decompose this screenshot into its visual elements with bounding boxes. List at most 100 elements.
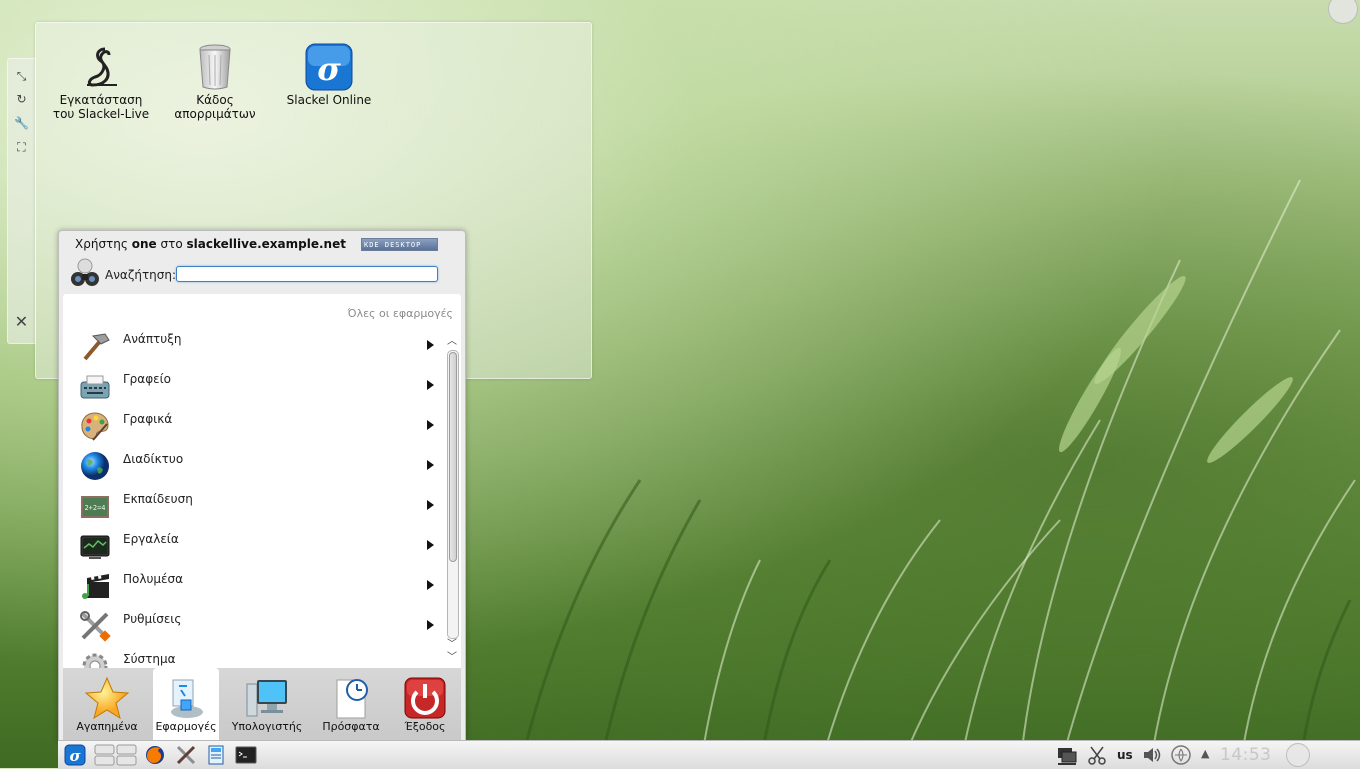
file-manager-icon[interactable]	[205, 744, 227, 766]
trash-icon	[199, 44, 231, 90]
menu-item-label: Διαδίκτυο	[123, 452, 184, 466]
menu-item-label: Ανάπτυξη	[123, 332, 182, 346]
submenu-arrow-icon	[427, 420, 434, 430]
star-icon	[85, 676, 129, 720]
chalkboard-icon: 2+2=4	[81, 496, 109, 518]
kde-desktop-badge: KDE DESKTOP	[361, 238, 438, 251]
network-manager-icon[interactable]	[1170, 744, 1192, 766]
keyboard-layout-indicator[interactable]: us	[1117, 748, 1133, 762]
widget-handle[interactable]: ⤡ ↻ 🔧 ⛶ ✕	[7, 58, 36, 344]
pager-icon[interactable]	[94, 744, 138, 766]
recent-clock-icon	[336, 679, 368, 719]
tab-label: Εφαρμογές	[155, 720, 217, 733]
digital-clock[interactable]: 14:53	[1220, 745, 1272, 765]
monitor-tool-icon	[80, 535, 110, 559]
user-info: Χρήστης one στο slackellive.example.net	[75, 237, 346, 251]
user-prefix: Χρήστης	[75, 237, 128, 251]
desktop-icon-label: Κάδος απορριμάτων	[174, 93, 256, 121]
application-launcher-menu: Χρήστης one στο slackellive.example.net …	[58, 230, 466, 742]
list-title: Όλες οι εφαρμογές	[347, 307, 453, 320]
clapper-icon	[82, 574, 109, 599]
menu-item-utilities[interactable]: Εργαλεία	[77, 526, 447, 566]
scroll-down-icon[interactable]: ﹀	[446, 639, 458, 651]
klipper-scissors-icon[interactable]	[1086, 744, 1108, 766]
search-binoculars-icon	[71, 258, 99, 286]
menu-item-multimedia[interactable]: Πολυμέσα	[77, 566, 447, 606]
menu-item-label: Σύστημα	[123, 652, 176, 666]
maximize-icon[interactable]: ⛶	[14, 140, 29, 155]
firefox-icon[interactable]	[144, 744, 166, 766]
slackel-install-icon	[87, 47, 117, 87]
svg-text:σ: σ	[317, 50, 341, 88]
menu-item-settings[interactable]: Ρυθμίσεις	[77, 606, 447, 646]
menu-clip: Σύστημα	[63, 646, 443, 668]
typewriter-icon	[80, 375, 110, 399]
submenu-arrow-icon	[427, 460, 434, 470]
globe-icon	[81, 452, 109, 480]
tab-applications[interactable]: Εφαρμογές	[153, 668, 219, 741]
submenu-arrow-icon	[427, 580, 434, 590]
desktop-icon-slackel-online[interactable]: σ Slackel Online	[274, 43, 384, 107]
tab-label: Υπολογιστής	[231, 720, 303, 733]
system-tray-expand-icon[interactable]: ▲	[1201, 747, 1209, 760]
submenu-arrow-icon	[427, 620, 434, 630]
svg-text:2+2=4: 2+2=4	[84, 504, 105, 512]
slackel-online-icon: σ	[305, 43, 353, 91]
desktop-toolbox-icon[interactable]	[1328, 0, 1358, 24]
menu-item-system[interactable]: Σύστημα	[77, 646, 443, 668]
menu-item-label: Πολυμέσα	[123, 572, 184, 586]
desktop-icon-trash[interactable]: Κάδος απορριμάτων	[160, 43, 270, 121]
applications-icon	[171, 679, 203, 718]
scroll-thumb[interactable]	[449, 352, 457, 562]
host-name: slackellive.example.net	[186, 237, 346, 251]
submenu-arrow-icon	[427, 380, 434, 390]
menu-item-internet[interactable]: Διαδίκτυο	[77, 446, 447, 486]
svg-text:σ: σ	[69, 747, 81, 765]
submenu-arrow-icon	[427, 540, 434, 550]
launcher-slackel-icon[interactable]: σ	[64, 744, 86, 766]
computer-icon	[246, 680, 287, 717]
gear-icon	[82, 653, 108, 668]
menu-item-label: Εκπαίδευση	[123, 492, 193, 506]
user-mid: στο	[160, 237, 183, 251]
volume-icon[interactable]	[1141, 744, 1163, 766]
tab-favorites[interactable]: Αγαπημένα	[63, 668, 151, 741]
configure-wrench-icon[interactable]: 🔧	[14, 116, 29, 131]
resize-icon[interactable]: ⤡	[14, 69, 29, 84]
taskbar-panel: σ us ▲ 14:53	[58, 740, 1360, 769]
power-icon	[404, 677, 446, 719]
submenu-arrow-icon	[427, 500, 434, 510]
list-scrollbar[interactable]: ︿ ﹀ ﹀	[446, 336, 459, 664]
close-icon[interactable]: ✕	[14, 314, 29, 330]
desktop-icon-label: Εγκατάσταση του Slackel-Live	[52, 93, 150, 121]
submenu-arrow-icon	[427, 340, 434, 350]
palette-icon	[81, 412, 109, 441]
menu-item-development[interactable]: Ανάπτυξη	[77, 326, 447, 366]
tab-computer[interactable]: Υπολογιστής	[223, 668, 311, 741]
scroll-track[interactable]	[447, 350, 459, 639]
desktop-icon-install[interactable]: Εγκατάσταση του Slackel-Live	[46, 43, 156, 121]
network-icon[interactable]	[1056, 744, 1078, 766]
menu-item-label: Εργαλεία	[123, 532, 179, 546]
hammer-icon	[83, 333, 110, 361]
menu-item-office[interactable]: Γραφείο	[77, 366, 447, 406]
menu-item-graphics[interactable]: Γραφικά	[77, 406, 447, 446]
panel-toolbox-icon[interactable]	[1286, 743, 1310, 767]
scroll-down-icon-2[interactable]: ﹀	[446, 652, 458, 664]
menu-item-label: Ρυθμίσεις	[123, 612, 182, 626]
tab-label: Αγαπημένα	[76, 720, 138, 733]
applications-list: Όλες οι εφαρμογές Ανάπτυξη Γραφείο Γραφι…	[63, 294, 461, 669]
search-label: Αναζήτηση:	[105, 268, 177, 282]
scroll-up-icon[interactable]: ︿	[446, 336, 458, 348]
menu-item-education[interactable]: 2+2=4 Εκπαίδευση	[77, 486, 447, 526]
system-settings-icon[interactable]	[175, 744, 197, 766]
user-name: one	[131, 237, 157, 251]
desktop-icon-label: Slackel Online	[286, 93, 372, 107]
rotate-icon[interactable]: ↻	[14, 92, 29, 107]
terminal-icon[interactable]	[235, 744, 257, 766]
tab-label: Έξοδος	[404, 720, 446, 733]
menu-item-label: Γραφείο	[123, 372, 172, 386]
tab-leave[interactable]: Έξοδος	[381, 668, 469, 741]
menu-item-label: Γραφικά	[123, 412, 173, 426]
search-input[interactable]	[176, 266, 438, 282]
